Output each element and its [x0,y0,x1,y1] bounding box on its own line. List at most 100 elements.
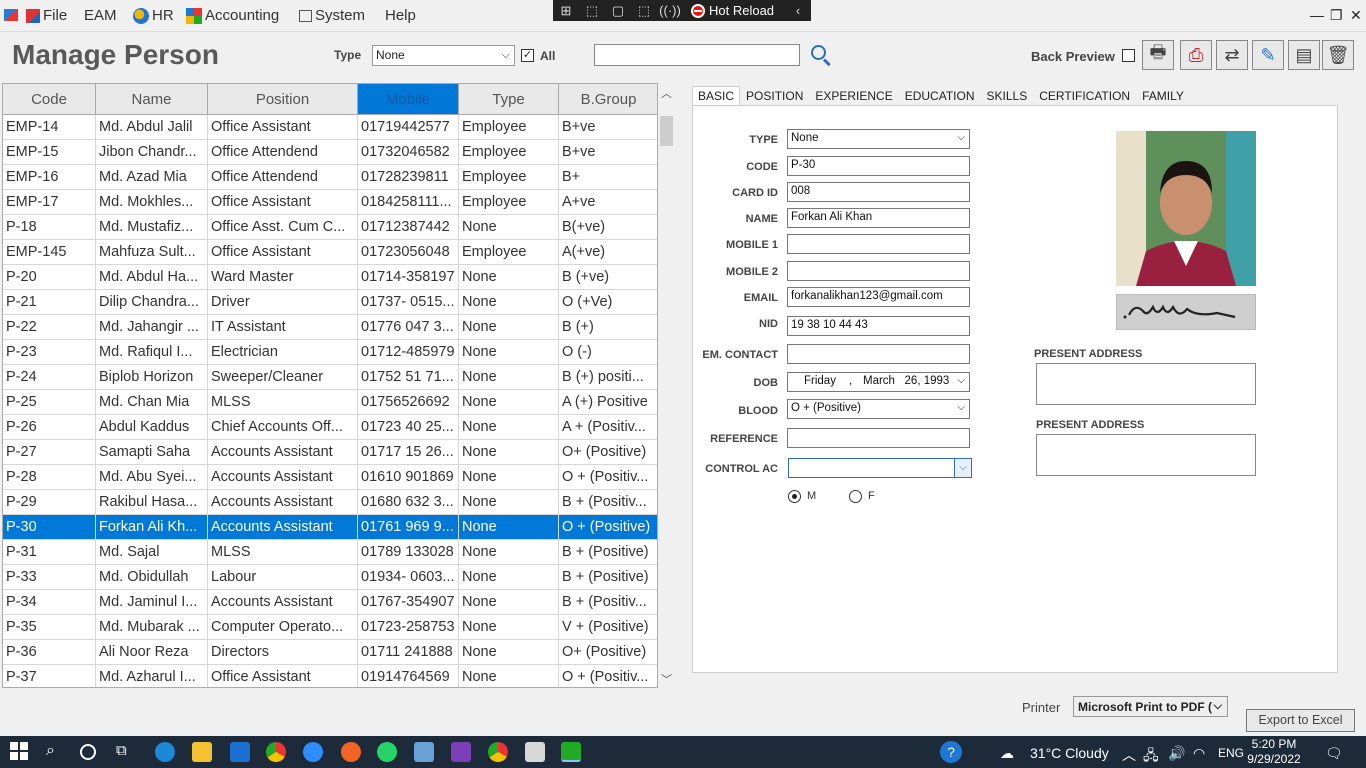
mail-icon[interactable] [230,742,250,762]
search-icon[interactable] [810,44,832,67]
volume-icon[interactable]: 🔊 [1168,745,1185,762]
table-row[interactable]: P-37 Md. Azharul I... Office Assistant 0191… [3,665,657,687]
delete-button[interactable]: 🗑 [1322,40,1354,70]
reference-field[interactable] [787,428,970,448]
mobile2-field[interactable] [787,261,970,281]
notification-icon[interactable]: 🗨 [1325,745,1343,762]
tab-certification[interactable]: CERTIFICATION [1033,86,1136,106]
person-grid[interactable]: Code Name Position Mobile Type B.Group EMP-14… [2,83,658,688]
grid-scrollbar[interactable]: ︿ ﹀ [658,83,675,688]
table-row[interactable]: P-35 Md. Mubarak ... Computer Operato... 01… [3,615,657,640]
edit-button[interactable]: ✎ [1252,40,1284,70]
table-row[interactable]: P-22 Md. Jahangir ... IT Assistant 01776 04… [3,315,657,340]
blood-select[interactable]: O + (Positive) ⌵ [787,399,970,419]
search-input[interactable] [594,44,800,66]
menu-accounting[interactable]: Accounting [186,7,279,24]
table-row[interactable]: P-27 Samapti Saha Accounts Assistant 01717 … [3,440,657,465]
column-header-code[interactable]: Code [3,84,96,115]
chevron-down-icon[interactable]: ⌵ [954,458,972,478]
export-excel-button[interactable]: Export to Excel [1246,709,1355,732]
whatsapp-icon[interactable] [377,742,397,762]
menu-help[interactable]: Help [385,7,416,24]
control-ac-select[interactable]: ⌵ [788,458,972,478]
name-field[interactable]: Forkan Ali Khan [787,208,970,228]
gender-male-radio[interactable] [788,490,801,503]
table-row[interactable]: EMP-15 Jibon Chandr... Office Attendend 017… [3,140,657,165]
table-row[interactable]: P-26 Abdul Kaddus Chief Accounts Off... 017… [3,415,657,440]
chrome-icon[interactable] [266,742,286,762]
nid-field[interactable]: 19 38 10 44 43 [787,316,970,336]
column-header-name[interactable]: Name [96,84,208,115]
table-row[interactable]: P-36 Ali Noor Reza Directors 01711 241888 No… [3,640,657,665]
person-photo[interactable] [1116,131,1256,286]
card-id-field[interactable]: 008 [787,182,970,202]
layout-icon[interactable]: ⬚ [631,0,657,21]
refresh-button[interactable]: ⇄ [1216,40,1248,70]
table-row[interactable]: P-28 Md. Abu Syei... Accounts Assistant 016… [3,465,657,490]
collapse-icon[interactable]: ‹ [785,0,811,21]
app-icon-taskbar[interactable] [414,742,434,762]
task-view-icon[interactable]: ⧉ [116,742,136,762]
table-row[interactable]: EMP-16 Md. Azad Mia Office Attendend 017282… [3,165,657,190]
tray-chevron-icon[interactable]: ︿ [1122,745,1136,765]
table-row[interactable]: P-29 Rakibul Hasa... Accounts Assistant 016… [3,490,657,515]
zoom-icon[interactable] [303,742,323,762]
select-element-icon[interactable]: ⊞ [553,0,579,21]
table-row[interactable]: P-20 Md. Abdul Ha... Ward Master 01714-3581… [3,265,657,290]
wifi-icon[interactable]: ◠ [1193,745,1205,762]
table-row[interactable]: P-23 Md. Rafiqul I... Electrician 01712-485… [3,340,657,365]
restore-button[interactable]: ❐ [1330,7,1343,24]
tab-education[interactable]: EDUCATION [899,86,981,106]
frame-icon[interactable]: ▢ [605,0,631,21]
table-row[interactable]: EMP-145 Mahfuza Sult... Office Assistant 01… [3,240,657,265]
table-row[interactable]: P-31 Md. Sajal MLSS 01789 133028 None B + (Po… [3,540,657,565]
signature-image[interactable] [1116,294,1256,330]
em-contact-field[interactable] [787,344,970,364]
menu-eam[interactable]: EAM [84,7,117,24]
menu-file[interactable]: File [26,7,67,24]
scroll-thumb[interactable] [660,116,673,146]
pointer-icon[interactable]: ⬚ [579,0,605,21]
print-button[interactable]: ⎙ [1180,40,1212,70]
table-row[interactable]: P-30 Forkan Ali Kh... Accounts Assistant 01… [3,515,657,540]
cortana-icon[interactable] [80,744,96,760]
close-button[interactable]: ✕ [1350,7,1362,24]
running-app-icon[interactable] [561,742,581,762]
table-row[interactable]: P-24 Biplob Horizon Sweeper/Cleaner 01752 5… [3,365,657,390]
file-explorer-icon[interactable] [192,742,212,762]
table-row[interactable]: P-33 Md. Obidullah Labour 01934- 0603... Non… [3,565,657,590]
dob-picker[interactable]: Friday , March 26, 1993 ⌵ [787,372,970,392]
column-header-b-group[interactable]: B.Group [559,84,657,115]
table-row[interactable]: P-25 Md. Chan Mia MLSS 01756526692 None A (+)… [3,390,657,415]
tab-family[interactable]: FAMILY [1136,86,1190,106]
edge-icon[interactable] [155,742,175,762]
column-header-type[interactable]: Type [459,84,559,115]
back-preview-checkbox[interactable] [1122,49,1135,62]
table-row[interactable]: P-34 Md. Jaminul I... Accounts Assistant 01… [3,590,657,615]
email-field[interactable]: forkanalikhan123@gmail.com [787,287,970,307]
present-address-1-field[interactable] [1036,363,1256,405]
minimize-button[interactable]: — [1310,7,1324,23]
hot-reload-indicator-icon[interactable]: ((·)) [657,0,683,21]
brave-icon[interactable] [341,742,361,762]
code-field[interactable]: P-30 [787,156,970,176]
mobile1-field[interactable] [787,234,970,254]
gender-female-radio[interactable] [849,490,862,503]
type-select[interactable]: None ⌵ [372,45,515,66]
printer-select[interactable]: Microsoft Print to PDF ( ⌵ [1073,696,1228,717]
present-address-2-field[interactable] [1036,434,1256,476]
menu-system[interactable]: System [299,7,365,24]
hot-reload-button[interactable]: Hot Reload [683,3,774,18]
weather-text[interactable]: 31°C Cloudy [1030,745,1109,761]
visual-studio-icon[interactable] [451,742,471,762]
menu-hr[interactable]: HR [133,7,174,24]
table-row[interactable]: EMP-17 Md. Mokhles... Office Assistant 0184… [3,190,657,215]
scroll-down-icon[interactable]: ﹀ [661,671,672,687]
table-row[interactable]: EMP-14 Md. Abdul Jalil Office Assistant 017… [3,115,657,140]
search-taskbar-icon[interactable]: ⌕ [46,742,66,762]
tab-experience[interactable]: EXPERIENCE [809,86,898,106]
notepad-icon[interactable] [525,742,545,762]
tab-position[interactable]: POSITION [740,86,809,106]
tab-basic[interactable]: BASIC [692,86,741,106]
table-row[interactable]: P-18 Md. Mustafiz... Office Asst. Cum C...… [3,215,657,240]
